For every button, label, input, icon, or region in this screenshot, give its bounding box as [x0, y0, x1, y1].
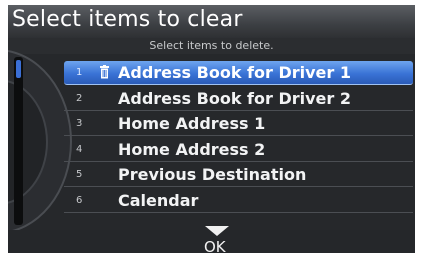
item-label: Calendar	[118, 190, 199, 210]
item-list: 1 Address Book for Driver 1 2 Address Bo…	[64, 61, 413, 215]
navigation-screen: Select items to clear Select items to de…	[0, 0, 423, 253]
item-number: 4	[76, 143, 83, 155]
list-item-home-address-1[interactable]: 3 Home Address 1	[64, 112, 413, 137]
item-label: Previous Destination	[118, 165, 307, 185]
list-item-address-book-driver-1[interactable]: 1 Address Book for Driver 1	[64, 61, 413, 85]
item-number: 5	[76, 169, 83, 181]
item-label: Home Address 2	[118, 139, 266, 159]
item-number: 3	[76, 118, 83, 130]
item-number: 2	[76, 92, 83, 104]
down-arrow-icon[interactable]	[205, 226, 229, 236]
item-label: Home Address 1	[118, 114, 266, 134]
clear-items-panel: Select items to clear Select items to de…	[8, 5, 415, 253]
item-number: 6	[76, 194, 83, 206]
instruction-text: Select items to delete.	[149, 39, 274, 52]
subtitle-bar: Select items to delete.	[8, 38, 415, 54]
list-item-home-address-2[interactable]: 4 Home Address 2	[64, 138, 413, 162]
ok-button[interactable]: OK	[204, 238, 226, 253]
item-number: 1	[76, 67, 83, 78]
scrollbar[interactable]	[14, 57, 23, 225]
list-item-previous-destination[interactable]: 5 Previous Destination	[64, 163, 413, 188]
trash-can-icon	[100, 65, 109, 79]
item-label: Address Book for Driver 2	[118, 88, 351, 108]
scroll-thumb[interactable]	[16, 60, 21, 78]
item-label: Address Book for Driver 1	[118, 63, 351, 82]
list-item-calendar[interactable]: 6 Calendar	[64, 189, 413, 213]
title-bar: Select items to clear	[8, 5, 415, 38]
page-title: Select items to clear	[12, 7, 243, 32]
list-item-address-book-driver-2[interactable]: 2 Address Book for Driver 2	[64, 87, 413, 111]
